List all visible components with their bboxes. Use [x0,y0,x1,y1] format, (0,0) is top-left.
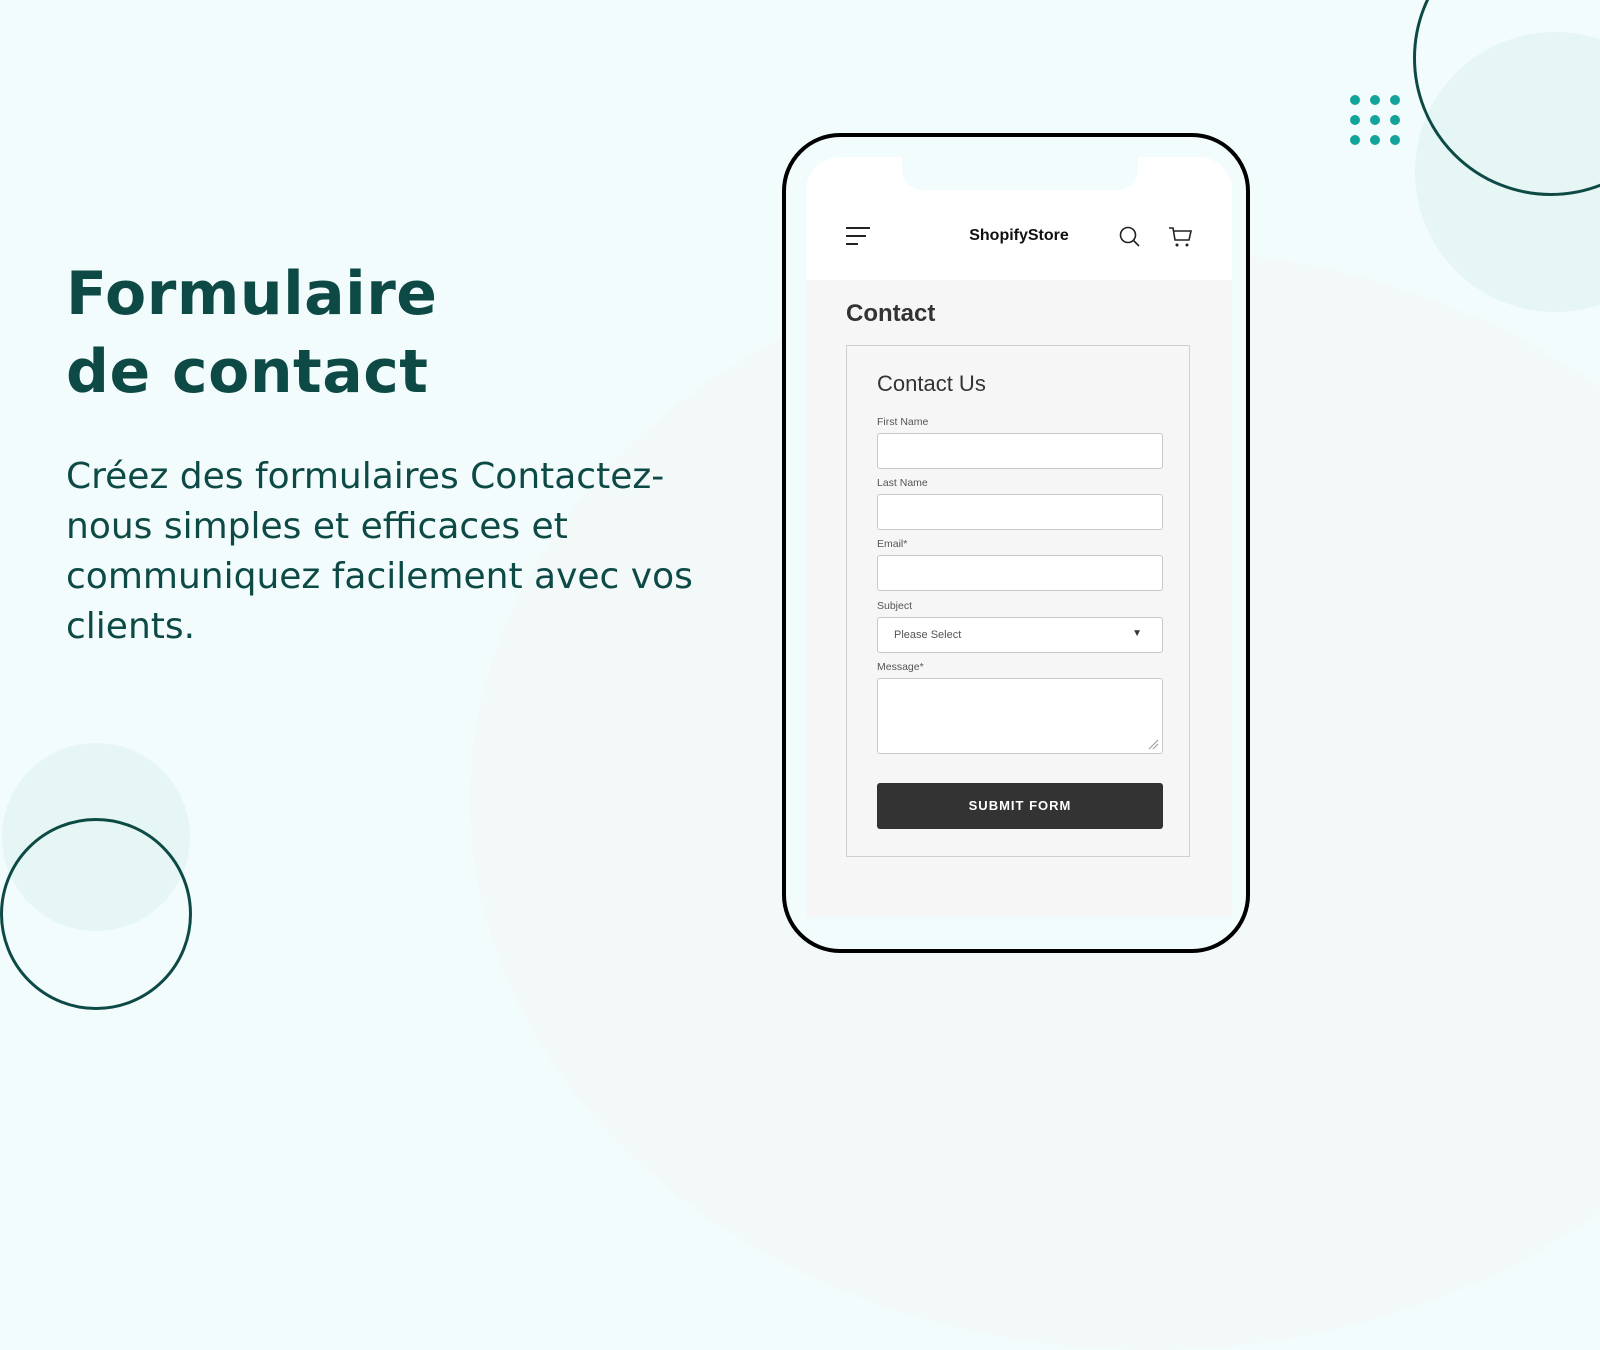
last-name-label: Last Name [877,477,928,489]
dot [1350,95,1360,105]
hero-title-line1: Formulaire [66,259,438,329]
last-name-input[interactable] [877,494,1163,530]
email-input[interactable] [877,555,1163,591]
dot [1350,115,1360,125]
page-title: Contact [846,300,936,327]
phone-screen: ShopifyStore Contact Contact Us First Na… [806,157,1232,917]
page-body: Contact Contact Us First Name Last Name … [806,280,1232,917]
phone-notch [902,150,1138,190]
resize-handle-icon[interactable] [1147,738,1159,750]
chevron-down-icon: ▼ [1132,628,1142,639]
first-name-input[interactable] [877,433,1163,469]
subject-label: Subject [877,600,913,612]
decorative-circle-ring [0,818,192,1010]
submit-form-button[interactable]: SUBMIT FORM [877,783,1163,829]
dot [1370,95,1380,105]
hero-title-line2: de contact [66,337,429,407]
form-title: Contact Us [877,371,986,396]
dot [1390,135,1400,145]
subject-select[interactable]: Please Select ▼ [877,617,1163,653]
email-label: Email* [877,538,908,550]
hero-description: Créez des formulaires Contactez-nous sim… [66,456,693,647]
dot [1370,115,1380,125]
dot-grid-decoration [1350,95,1400,145]
message-label: Message* [877,661,924,673]
hero-title: Formulaire de contact [66,255,438,411]
cart-icon[interactable] [1168,225,1194,249]
contact-form: Contact Us First Name Last Name Email* S… [846,345,1190,857]
dot [1370,135,1380,145]
search-icon[interactable] [1118,225,1142,249]
subject-selected-value: Please Select [894,629,962,641]
first-name-label: First Name [877,416,929,428]
dot [1390,95,1400,105]
dot [1350,135,1360,145]
message-textarea[interactable] [877,678,1163,754]
dot [1390,115,1400,125]
